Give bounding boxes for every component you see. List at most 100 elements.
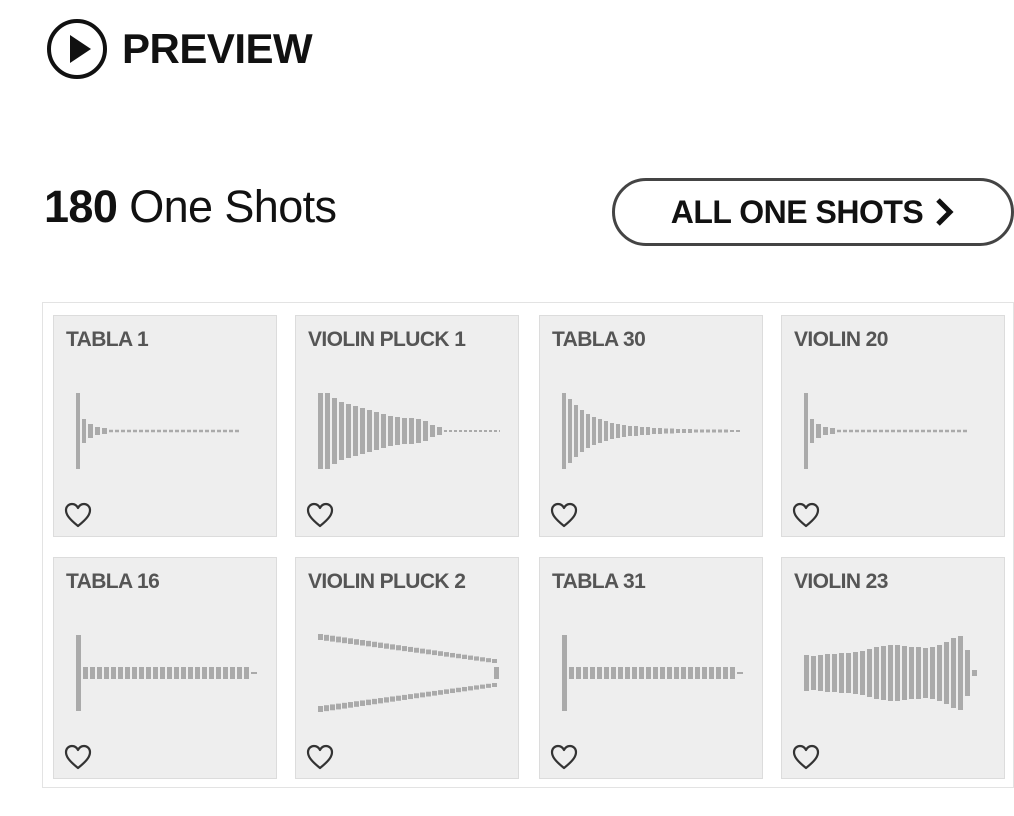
- waveform-bar: [438, 651, 443, 656]
- waveform-bar: [211, 429, 215, 433]
- sample-card[interactable]: VIOLIN 23: [781, 557, 1005, 779]
- waveform-preview[interactable]: [802, 632, 986, 714]
- waveform-bar: [909, 647, 914, 699]
- waveform-bar: [937, 645, 942, 701]
- waveform-bar: [318, 634, 323, 640]
- waveform-bar: [223, 667, 228, 679]
- sample-card[interactable]: TABLA 1: [53, 315, 277, 537]
- waveform-bar: [464, 430, 467, 432]
- waveform-bar: [330, 704, 335, 711]
- sample-count-label: One Shots: [129, 181, 337, 232]
- waveform-bar: [151, 429, 155, 433]
- waveform-bar: [695, 667, 700, 679]
- waveform-bar: [568, 399, 572, 463]
- waveform-bar: [830, 428, 835, 434]
- waveform-bar: [469, 430, 472, 432]
- waveform-bar: [945, 429, 949, 433]
- waveform-bar: [879, 429, 883, 433]
- waveform-bar: [202, 667, 207, 679]
- waveform-bar: [965, 650, 970, 696]
- waveform-bar: [462, 654, 467, 660]
- waveform-bar: [855, 429, 859, 433]
- waveform-bar: [181, 429, 185, 433]
- waveform-bar: [230, 667, 235, 679]
- waveform-bar: [132, 667, 137, 679]
- sample-card[interactable]: TABLA 16: [53, 557, 277, 779]
- waveform-bar: [492, 683, 497, 687]
- waveform-bar: [646, 427, 650, 435]
- waveform-bar: [437, 427, 442, 435]
- waveform-bar: [125, 667, 130, 679]
- waveform-bar: [843, 429, 847, 433]
- waveform-bar: [804, 655, 809, 691]
- sample-card[interactable]: TABLA 31: [539, 557, 763, 779]
- waveform-bar: [372, 698, 377, 705]
- one-shots-grid: TABLA 1 VIOLIN PLUCK 1 TABLA 30 VIOLIN 20 TA…: [42, 302, 1014, 788]
- waveform-bar: [888, 645, 893, 701]
- waveform-bar: [897, 429, 901, 433]
- waveform-bar: [921, 429, 925, 433]
- waveform-bar: [420, 692, 425, 698]
- waveform-bar: [384, 643, 389, 649]
- preview-title: PREVIEW: [122, 25, 313, 72]
- waveform-preview[interactable]: [316, 390, 500, 472]
- preview-heading: PREVIEW: [46, 18, 313, 80]
- waveform-bar: [167, 667, 172, 679]
- waveform-bar: [610, 423, 614, 439]
- waveform-bar: [499, 430, 500, 432]
- favorite-button[interactable]: [550, 744, 578, 770]
- favorite-button[interactable]: [792, 744, 820, 770]
- waveform-bar: [205, 429, 209, 433]
- waveform-bar: [885, 429, 889, 433]
- waveform-bar: [339, 402, 344, 460]
- waveform-bar: [639, 667, 644, 679]
- favorite-button[interactable]: [64, 502, 92, 528]
- waveform-bar: [374, 412, 379, 450]
- waveform-bar: [76, 635, 81, 711]
- sample-card[interactable]: VIOLIN 20: [781, 315, 1005, 537]
- waveform-preview[interactable]: [316, 632, 500, 714]
- waveform-bar: [209, 667, 214, 679]
- waveform-bar: [849, 429, 853, 433]
- heart-outline-icon: [64, 744, 92, 770]
- waveform-bar: [489, 430, 492, 432]
- heart-outline-icon: [792, 502, 820, 528]
- waveform-bar: [366, 640, 371, 647]
- waveform-preview[interactable]: [802, 390, 986, 472]
- waveform-bar: [438, 690, 443, 695]
- waveform-bar: [951, 638, 956, 708]
- waveform-bar: [670, 428, 674, 434]
- waveform-preview[interactable]: [560, 632, 744, 714]
- waveform-bar: [618, 667, 623, 679]
- waveform-bar: [127, 429, 131, 433]
- waveform-preview[interactable]: [74, 632, 258, 714]
- waveform-bar: [174, 667, 179, 679]
- play-circle-icon[interactable]: [46, 18, 108, 80]
- favorite-button[interactable]: [792, 502, 820, 528]
- sample-title: TABLA 30: [552, 328, 646, 351]
- waveform-bar: [396, 645, 401, 651]
- waveform-bar: [902, 646, 907, 700]
- waveform-bar: [160, 667, 165, 679]
- waveform-bar: [846, 653, 851, 693]
- waveform-bar: [712, 429, 716, 433]
- heart-outline-icon: [550, 502, 578, 528]
- all-one-shots-button[interactable]: ALL ONE SHOTS: [612, 178, 1014, 246]
- waveform-bar: [676, 429, 680, 433]
- waveform-bar: [430, 425, 435, 437]
- sample-card[interactable]: VIOLIN PLUCK 2: [295, 557, 519, 779]
- sample-card[interactable]: VIOLIN PLUCK 1: [295, 315, 519, 537]
- favorite-button[interactable]: [306, 502, 334, 528]
- favorite-button[interactable]: [64, 744, 92, 770]
- waveform-preview[interactable]: [74, 390, 258, 472]
- favorite-button[interactable]: [550, 502, 578, 528]
- waveform-bar: [346, 404, 351, 458]
- waveform-preview[interactable]: [560, 390, 744, 472]
- waveform-bar: [102, 428, 107, 434]
- waveform-bar: [682, 429, 686, 433]
- sample-card[interactable]: TABLA 30: [539, 315, 763, 537]
- waveform-bar: [342, 702, 347, 709]
- waveform-bar: [640, 427, 644, 435]
- waveform-bar: [187, 429, 191, 433]
- favorite-button[interactable]: [306, 744, 334, 770]
